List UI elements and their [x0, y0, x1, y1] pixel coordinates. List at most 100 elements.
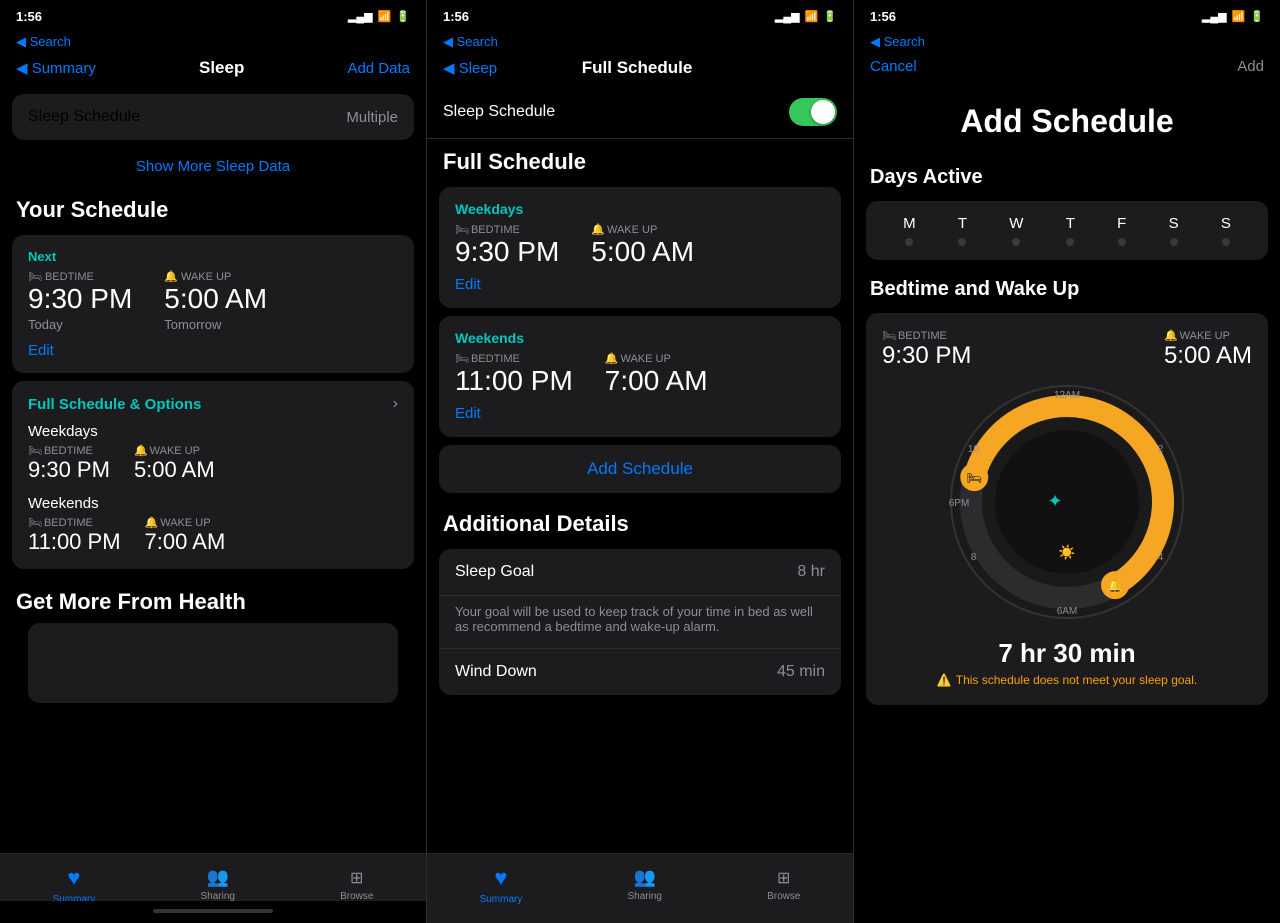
weekdays-times: 🛏 BEDTIME 9:30 PM 🔔 WAKE UP 5:00 AM: [28, 444, 398, 483]
p2-tab-sharing[interactable]: 👥 Sharing: [627, 867, 661, 902]
day-S2[interactable]: S: [1221, 215, 1231, 246]
wake-label: 🔔 WAKE UP: [164, 270, 267, 283]
add-schedule-btn[interactable]: Add Schedule: [439, 445, 841, 493]
sleep-schedule-card[interactable]: Sleep Schedule Multiple: [12, 94, 414, 140]
cancel-btn[interactable]: Cancel: [870, 58, 917, 75]
sleep-goal-row[interactable]: Sleep Goal 8 hr: [439, 549, 841, 596]
full-schedule-section-title: Full Schedule: [427, 139, 853, 183]
weekends-schedule-card[interactable]: Weekends 🛏 BEDTIME 11:00 PM 🔔 WAKE UP 7:…: [439, 316, 841, 437]
weekends-fs-times: 🛏 BEDTIME 11:00 PM 🔔 WAKE UP 7:00 AM: [455, 352, 825, 397]
days-active-title: Days Active: [854, 156, 1280, 197]
bed-icon: 🛏: [28, 270, 42, 283]
weekdays-fs-bedtime-value: 9:30 PM: [455, 236, 559, 268]
wind-down-label: Wind Down: [455, 663, 537, 681]
browse-icon: ⊞: [350, 868, 363, 888]
panel1-nav-action[interactable]: Add Data: [347, 60, 410, 77]
battery-icon2: 🔋: [823, 10, 837, 23]
full-schedule-card[interactable]: Full Schedule & Options › Weekdays 🛏 BED…: [12, 381, 414, 569]
panel2-content: Sleep Schedule Full Schedule Weekdays 🛏 …: [427, 86, 853, 923]
sleep-toggle[interactable]: [789, 98, 837, 126]
wake-time-p3: 5:00 AM: [1164, 342, 1252, 370]
weekends-edit-link[interactable]: Edit: [455, 405, 481, 422]
panel3-content: Add Schedule Days Active M T W T F S S B…: [854, 83, 1280, 923]
tab-browse[interactable]: ⊞ Browse: [340, 868, 373, 902]
p2-tab-browse[interactable]: ⊞ Browse: [767, 868, 800, 902]
panel3-time: 1:56: [870, 9, 896, 24]
add-btn[interactable]: Add: [1237, 58, 1264, 75]
panel1-search[interactable]: ◀ Search: [0, 32, 426, 54]
wind-down-row[interactable]: Wind Down 45 min: [439, 648, 841, 695]
svg-text:8: 8: [971, 552, 977, 563]
tab-sharing[interactable]: 👥 Sharing: [200, 867, 234, 902]
day-M[interactable]: M: [903, 215, 916, 246]
clock-container[interactable]: 12AM246AM8106PM🛏🔔✦☀️: [882, 382, 1252, 622]
bedtime-block: 🛏 BEDTIME 9:30 PM Today: [28, 270, 132, 332]
panel3-status-bar: 1:56 ▂▄▆ 📶 🔋: [854, 0, 1280, 32]
weekends-fs-bedtime: 🛏 BEDTIME 11:00 PM: [455, 352, 573, 397]
day-S1[interactable]: S: [1169, 215, 1179, 246]
panel3-status-icons: ▂▄▆ 📶 🔋: [1202, 10, 1264, 23]
signal-icon3: ▂▄▆: [1202, 10, 1227, 23]
add-schedule-page-title: Add Schedule: [854, 83, 1280, 156]
next-schedule-card[interactable]: Next 🛏 BEDTIME 9:30 PM Today 🔔 WAKE UP 5…: [12, 235, 414, 373]
toggle-knob: [811, 100, 835, 124]
sleep-toggle-label: Sleep Schedule: [443, 103, 555, 121]
tab-summary[interactable]: ♥ Summary: [53, 865, 96, 905]
weekends-day-label: Weekends: [455, 330, 825, 346]
get-more-title: Get More From Health: [16, 589, 410, 615]
p2-sharing-icon: 👥: [634, 867, 656, 888]
days-card: M T W T F S S: [866, 201, 1268, 260]
weekdays-edit-link[interactable]: Edit: [455, 276, 481, 293]
panel2-status-bar: 1:56 ▂▄▆ 📶 🔋: [427, 0, 853, 32]
panel1-nav-title: Sleep: [199, 58, 244, 78]
panel2-status-icons: ▂▄▆ 📶 🔋: [775, 10, 837, 23]
panel3-search[interactable]: ◀ Search: [854, 32, 1280, 54]
battery-icon3: 🔋: [1250, 10, 1264, 23]
weekdays-fs-bedtime-label: 🛏 BEDTIME: [455, 223, 559, 236]
get-more-card[interactable]: [28, 623, 398, 703]
sleep-goal-label: Sleep Goal: [455, 563, 534, 581]
signal-icon2: ▂▄▆: [775, 10, 800, 23]
day-T2[interactable]: T: [1066, 215, 1075, 246]
show-more-link[interactable]: Show More Sleep Data: [0, 148, 426, 185]
weekends-fs-wake-value: 7:00 AM: [605, 365, 708, 397]
svg-text:12AM: 12AM: [1054, 390, 1080, 401]
weekends-bedtime-block: 🛏 BEDTIME 11:00 PM: [28, 516, 121, 555]
wifi-icon3: 📶: [1232, 10, 1246, 23]
weekdays-bedtime-block: 🛏 BEDTIME 9:30 PM: [28, 444, 110, 483]
svg-text:✦: ✦: [1047, 491, 1062, 511]
panel2-nav-back[interactable]: ◀ Sleep: [443, 59, 497, 77]
get-more-section: Get More From Health: [0, 577, 426, 717]
bedtime-sub: Today: [28, 317, 132, 332]
day-W[interactable]: W: [1009, 215, 1023, 246]
panel-sleep: 1:56 ▂▄▆ 📶 🔋 ◀ Search ◀ Summary Sleep Ad…: [0, 0, 427, 923]
panel1-content: Sleep Schedule Multiple Show More Sleep …: [0, 86, 426, 923]
panel1-nav-back[interactable]: ◀ Summary: [16, 59, 96, 77]
panel2-time: 1:56: [443, 9, 469, 24]
wake-block: 🔔 WAKE UP 5:00 AM Tomorrow: [164, 270, 267, 332]
weekends-wake-label: 🔔 WAKE UP: [145, 516, 226, 529]
p2-tab-sharing-label: Sharing: [627, 891, 661, 902]
svg-text:☀️: ☀️: [1058, 543, 1076, 561]
svg-text:🔔: 🔔: [1108, 579, 1123, 593]
battery-icon: 🔋: [396, 10, 410, 23]
goal-warning-text: This schedule does not meet your sleep g…: [956, 673, 1197, 687]
p2-browse-icon: ⊞: [777, 868, 790, 888]
svg-text:4: 4: [1158, 552, 1164, 563]
weekends-fs-wake: 🔔 WAKE UP 7:00 AM: [605, 352, 708, 397]
weekdays-bedtime-label: 🛏 BEDTIME: [28, 444, 110, 457]
next-edit-link[interactable]: Edit: [28, 342, 398, 359]
weekdays-bedtime-value: 9:30 PM: [28, 457, 110, 483]
bedtime-label-p3: 🛏 BEDTIME: [882, 329, 971, 342]
next-label: Next: [28, 249, 398, 264]
panel1-status-bar: 1:56 ▂▄▆ 📶 🔋: [0, 0, 426, 32]
bedtime-value: 9:30 PM: [28, 283, 132, 315]
weekends-label: Weekends: [28, 495, 398, 512]
panel2-search[interactable]: ◀ Search: [427, 32, 853, 54]
svg-text:🛏: 🛏: [967, 471, 982, 485]
schedule-times: 🛏 BEDTIME 9:30 PM Today 🔔 WAKE UP 5:00 A…: [28, 270, 398, 332]
p2-tab-summary[interactable]: ♥ Summary: [480, 865, 523, 905]
day-T1[interactable]: T: [958, 215, 967, 246]
weekdays-schedule-card[interactable]: Weekdays 🛏 BEDTIME 9:30 PM 🔔 WAKE UP 5:0…: [439, 187, 841, 308]
day-F[interactable]: F: [1117, 215, 1126, 246]
